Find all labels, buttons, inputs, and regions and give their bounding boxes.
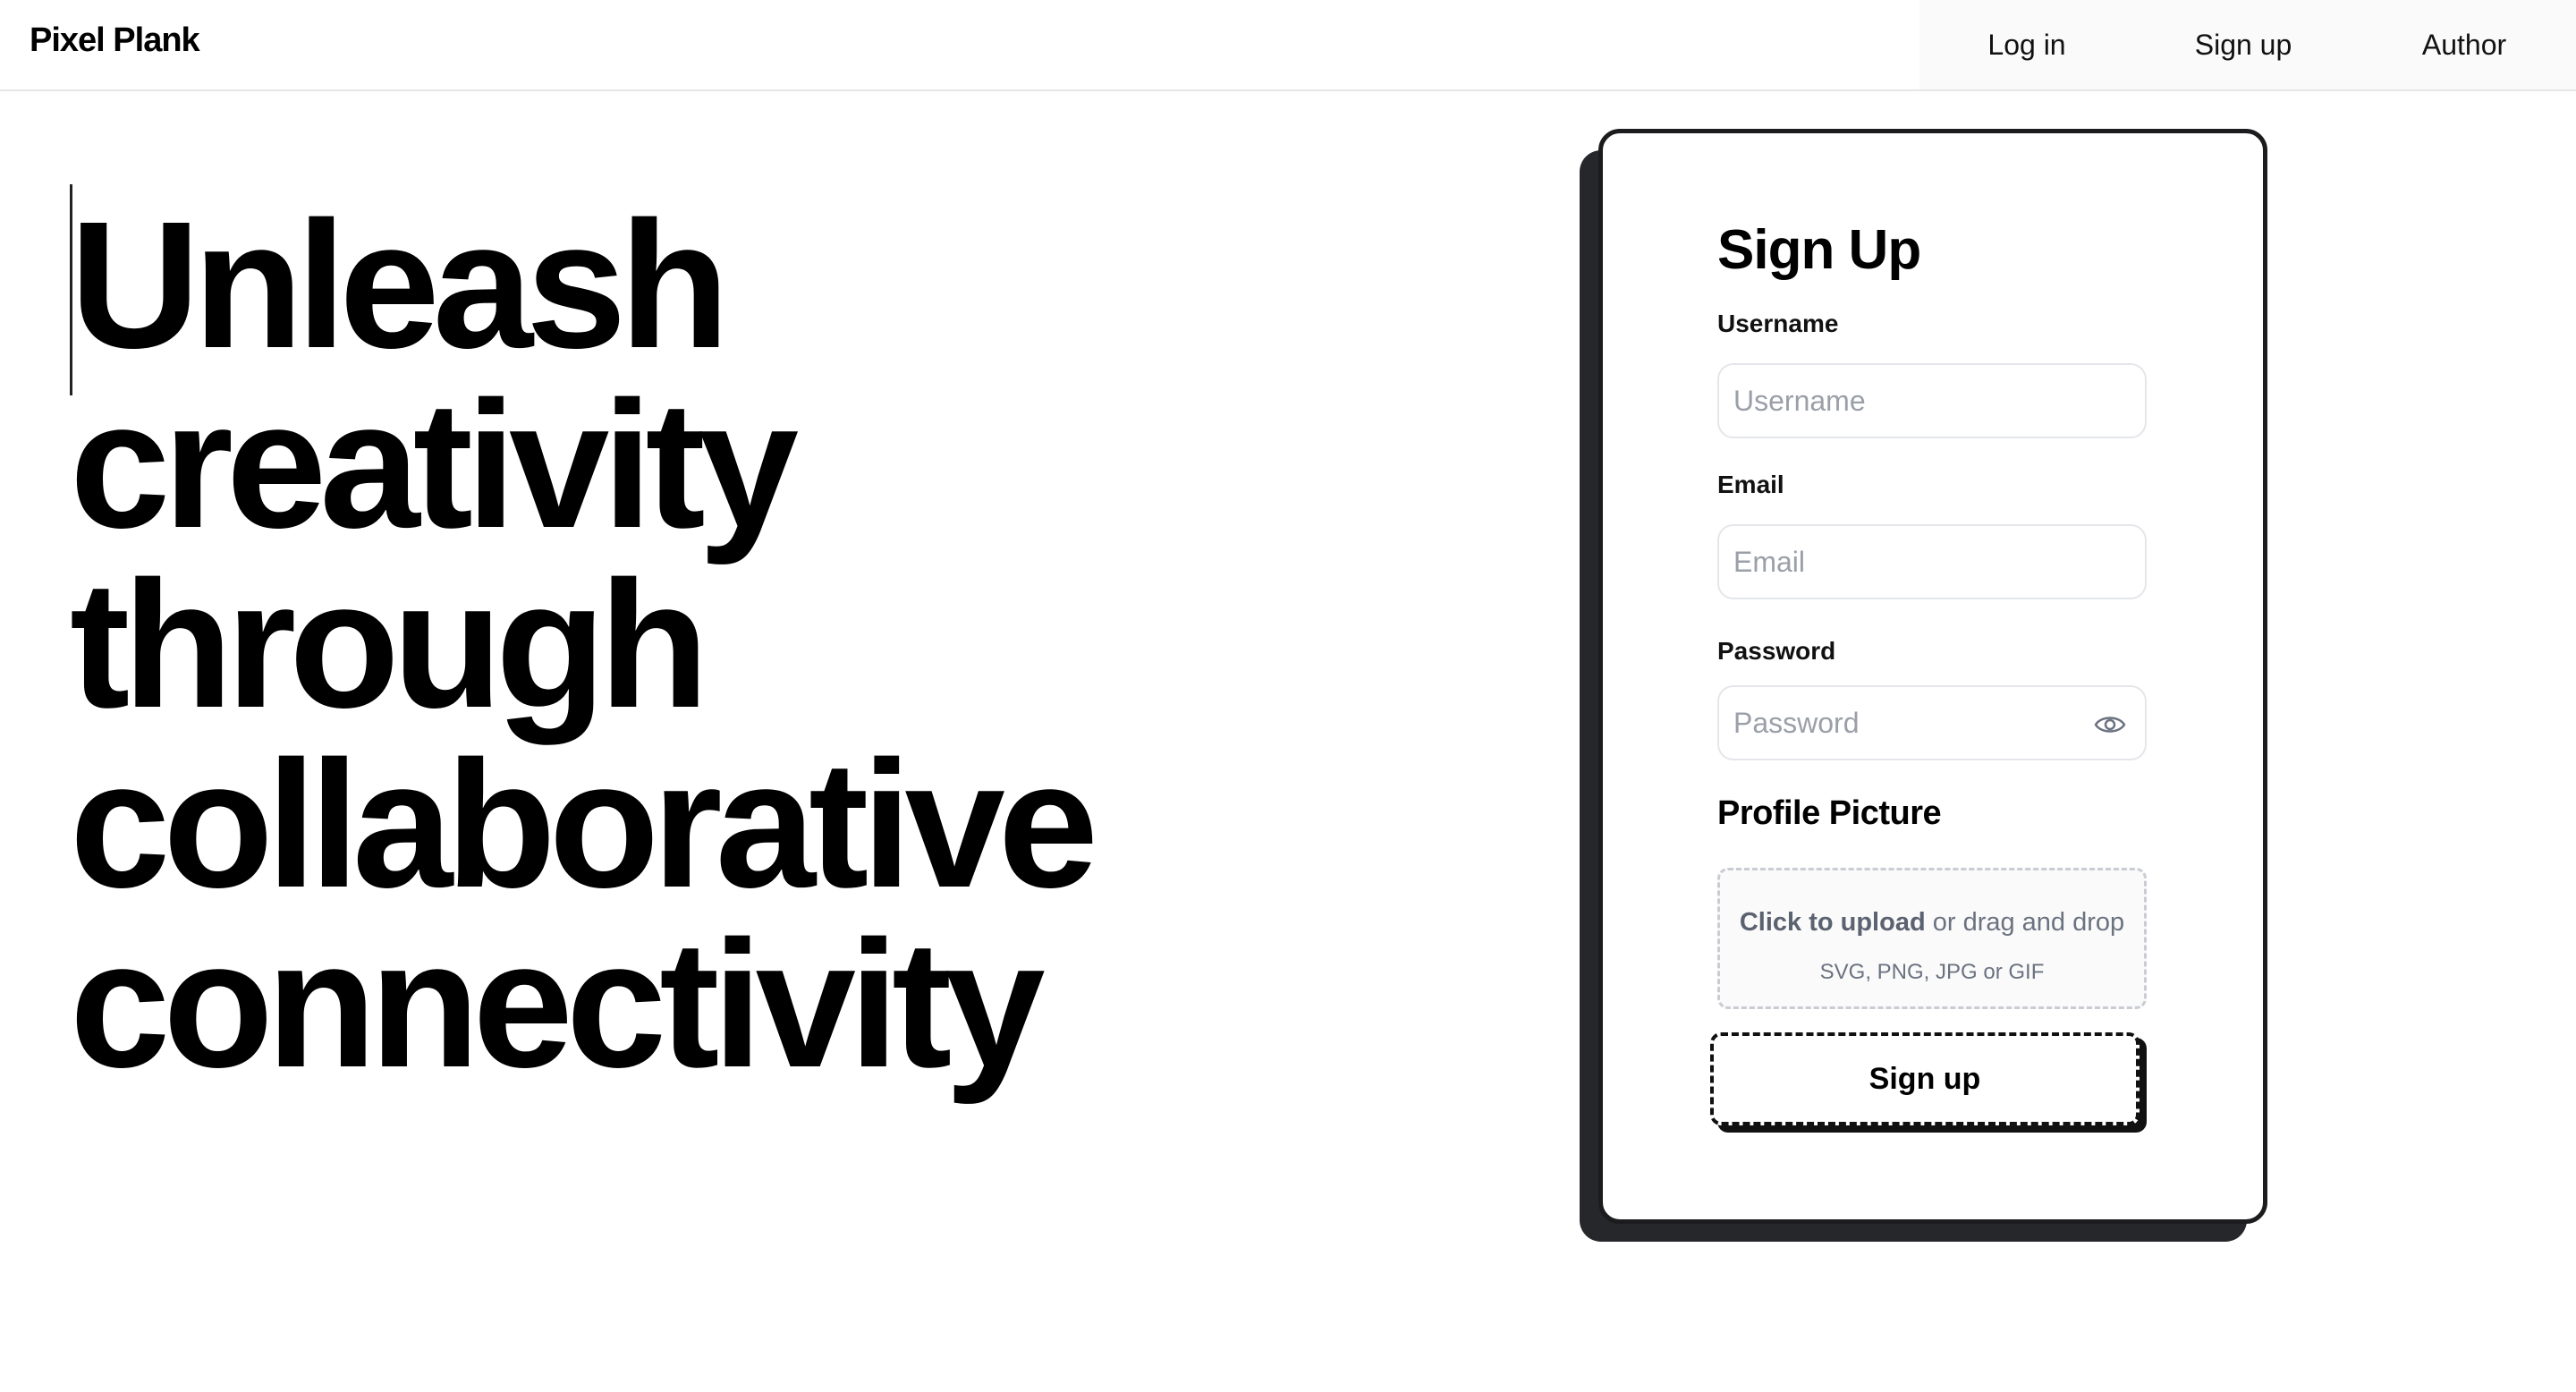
nav-menu: Log in Sign up Author [1919,0,2576,89]
hero-line: Unleash [70,183,730,386]
username-label: Username [1717,310,1839,337]
password-label: Password [1717,637,1836,665]
signup-submit-button[interactable]: Sign up [1710,1032,2140,1125]
nav-login-link[interactable]: Log in [1919,0,2134,89]
signup-title: Sign Up [1717,219,1921,281]
brand-logo[interactable]: Pixel Plank [30,21,200,60]
hero-line: creativity [70,363,799,565]
password-input[interactable] [1717,685,2147,760]
click-to-upload-link[interactable]: Click to upload [1740,908,1926,937]
upload-instructions: Click to upload or drag and drop [1720,908,2144,938]
upload-formats: SVG, PNG, JPG or GIF [1819,960,2045,984]
eye-icon[interactable] [2094,712,2126,737]
drag-drop-text: or drag and drop [1925,908,2125,937]
hero-line: through [70,543,709,745]
username-input[interactable] [1717,363,2147,438]
email-label: Email [1717,471,1784,498]
hero-headline: Unleash creativity through collaborative… [70,183,1098,1105]
upload-dropzone[interactable]: Click to upload or drag and drop SVG, PN… [1717,868,2147,1009]
nav-author-link[interactable]: Author [2352,0,2576,89]
hero-line: connectivity [70,903,1046,1105]
hero-line: collaborative [70,723,1098,925]
top-navbar: Pixel Plank Log in Sign up Author [0,0,2576,91]
nav-signup-link[interactable]: Sign up [2134,0,2352,89]
profile-picture-title: Profile Picture [1717,794,1942,832]
email-input[interactable] [1717,524,2147,599]
